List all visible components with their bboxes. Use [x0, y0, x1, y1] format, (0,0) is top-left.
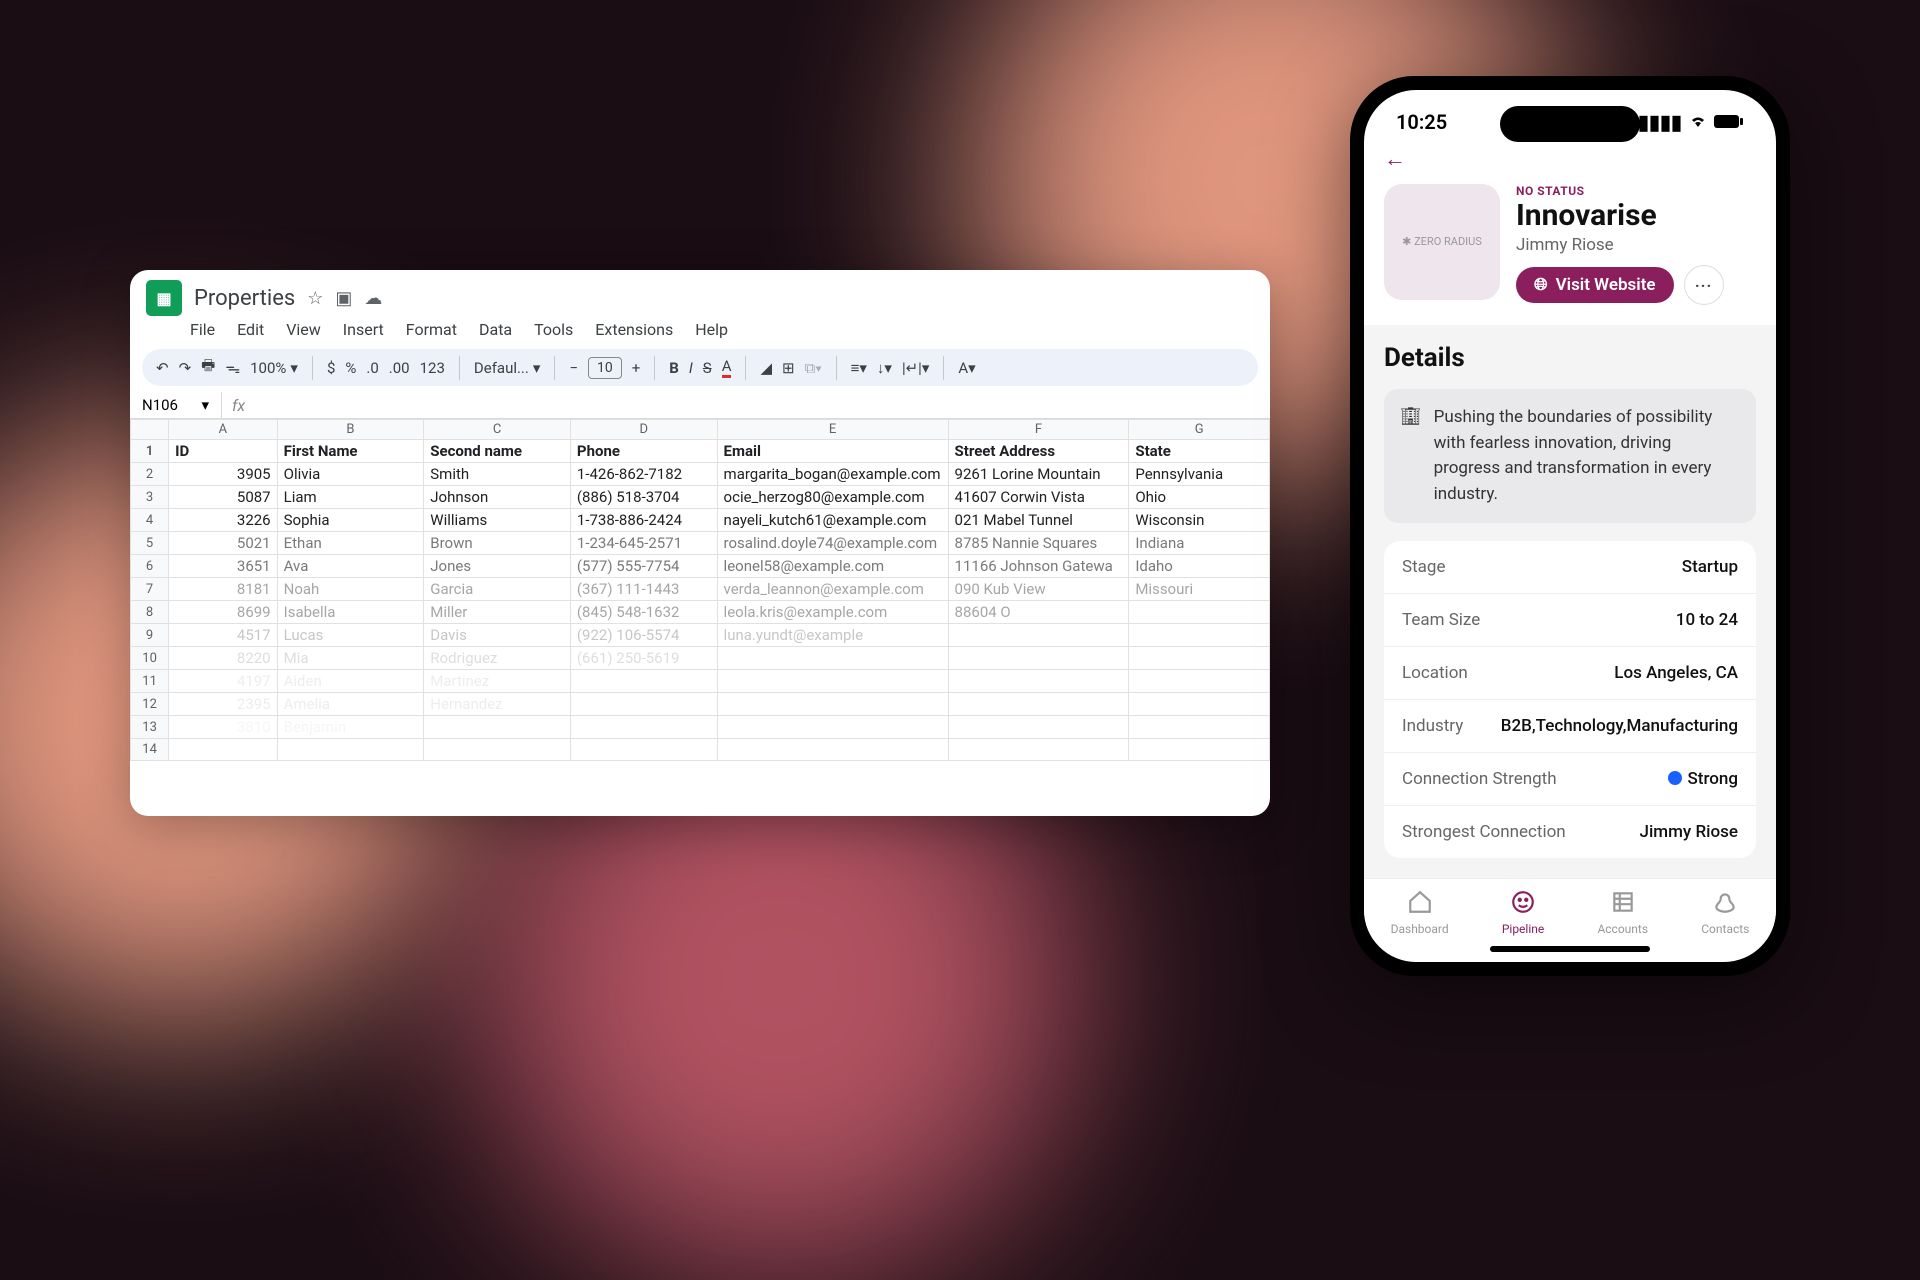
paint-format-icon[interactable]: ᯓ [225, 358, 240, 378]
tab-contacts[interactable]: Contacts [1701, 889, 1749, 936]
print-icon[interactable]: 🖶 [201, 355, 215, 380]
tab-label: Pipeline [1502, 922, 1544, 936]
percent-format-button[interactable]: % [345, 359, 356, 377]
info-label: Team Size [1402, 610, 1480, 630]
increase-font-button[interactable]: + [632, 359, 641, 377]
tab-label: Contacts [1701, 922, 1749, 936]
increase-decimal-button[interactable]: .00 [389, 359, 410, 377]
statusbar-time: 10:25 [1396, 110, 1447, 134]
redo-icon[interactable]: ↷ [179, 359, 192, 377]
info-row: Strongest Connection Jimmy Riose [1384, 805, 1756, 858]
strikethrough-button[interactable]: S [703, 359, 712, 377]
star-icon[interactable]: ☆ [307, 288, 323, 309]
menu-extensions[interactable]: Extensions [595, 320, 673, 339]
menu-data[interactable]: Data [479, 320, 512, 339]
tab-bar: Dashboard Pipeline Accounts Contacts [1364, 878, 1776, 940]
menu-format[interactable]: Format [406, 320, 457, 339]
info-value: Startup [1682, 557, 1738, 577]
info-label: Connection Strength [1402, 769, 1557, 789]
cloud-status-icon: ☁ [364, 288, 382, 309]
menu-file[interactable]: File [190, 320, 215, 339]
tab-icon [1610, 889, 1636, 918]
font-size-input[interactable]: 10 [588, 357, 622, 379]
phone-notch [1500, 106, 1640, 142]
currency-format-button[interactable]: $ [327, 359, 335, 377]
tab-pipeline[interactable]: Pipeline [1502, 889, 1544, 936]
toolbar: ↶ ↷ 🖶 ᯓ 100% ▾ $ % .0 .00 123 Defaul... … [142, 349, 1258, 386]
info-value: Jimmy Riose [1640, 822, 1738, 842]
globe-icon: 🌐︎ [1534, 275, 1548, 295]
info-row: Connection Strength Strong [1384, 752, 1756, 805]
tab-label: Accounts [1597, 922, 1648, 936]
decrease-decimal-button[interactable]: .0 [366, 359, 378, 377]
info-label: Industry [1402, 716, 1463, 736]
chevron-down-icon: ▾ [201, 396, 209, 414]
company-description-card: 🏢︎ Pushing the boundaries of possibility… [1384, 389, 1756, 523]
info-row: Industry B2B,Technology,Manufacturing [1384, 699, 1756, 752]
number-format-button[interactable]: 123 [420, 359, 445, 377]
document-title[interactable]: Properties [194, 286, 295, 311]
text-rotation-button[interactable]: A▾ [958, 359, 975, 377]
company-contact-person: Jimmy Riose [1516, 235, 1724, 255]
chevron-down-icon: ▾ [533, 359, 541, 377]
chevron-down-icon: ▾ [290, 359, 298, 377]
spreadsheet-window: ▦ Properties ☆ ▣ ☁ File Edit View Insert For… [130, 270, 1270, 816]
info-row: Stage Startup [1384, 541, 1756, 593]
company-description: Pushing the boundaries of possibility wi… [1434, 405, 1740, 507]
text-color-button[interactable]: A [722, 357, 732, 378]
company-name: Innovarise [1516, 198, 1724, 233]
company-info-card: Stage Startup Team Size 10 to 24 Location Los… [1384, 541, 1756, 858]
menu-edit[interactable]: Edit [237, 320, 264, 339]
tab-label: Dashboard [1391, 922, 1449, 936]
tab-dashboard[interactable]: Dashboard [1391, 889, 1449, 936]
visit-website-button[interactable]: 🌐︎ Visit Website [1516, 267, 1674, 303]
borders-button[interactable]: ⊞ [782, 359, 795, 377]
sheets-logo-icon: ▦ [146, 280, 182, 316]
company-avatar: ✱ ZERO RADIUS [1384, 184, 1500, 300]
italic-button[interactable]: I [689, 359, 693, 377]
info-value: Los Angeles, CA [1614, 663, 1738, 683]
company-status: NO STATUS [1516, 184, 1724, 198]
h-align-button[interactable]: ≡▾ [851, 359, 867, 377]
info-row: Location Los Angeles, CA [1384, 646, 1756, 699]
phone-frame: 10:25 ▮▮▮▮ ← ✱ ZERO RADIUS NO STATUS Inn… [1350, 76, 1790, 976]
font-dropdown[interactable]: Defaul... ▾ [474, 359, 541, 377]
zoom-dropdown[interactable]: 100% ▾ [250, 359, 298, 377]
more-actions-button[interactable]: ··· [1684, 265, 1724, 305]
bold-button[interactable]: B [669, 359, 679, 377]
info-value: B2B,Technology,Manufacturing [1501, 716, 1738, 736]
fill-color-button[interactable]: ◢ [760, 359, 772, 377]
v-align-button[interactable]: ↓▾ [877, 359, 892, 377]
formula-bar-label: fx [222, 396, 255, 415]
decrease-font-button[interactable]: − [569, 359, 578, 377]
info-label: Stage [1402, 557, 1445, 577]
info-value: 10 to 24 [1676, 610, 1738, 630]
info-label: Strongest Connection [1402, 822, 1566, 842]
status-dot-icon [1668, 771, 1682, 785]
menu-tools[interactable]: Tools [534, 320, 573, 339]
info-row: Team Size 10 to 24 [1384, 593, 1756, 646]
tab-icon [1407, 889, 1433, 918]
home-indicator[interactable] [1490, 946, 1650, 952]
tab-accounts[interactable]: Accounts [1597, 889, 1648, 936]
building-icon: 🏢︎ [1400, 405, 1422, 507]
cell-reference-box[interactable]: N106▾ [130, 392, 222, 418]
info-label: Location [1402, 663, 1468, 683]
spreadsheet-grid[interactable]: ABCDEFG1IDFirst NameSecond namePhoneEmai… [130, 419, 1270, 816]
menu-view[interactable]: View [286, 320, 321, 339]
menu-help[interactable]: Help [695, 320, 728, 339]
battery-icon [1714, 110, 1744, 134]
move-folder-icon[interactable]: ▣ [335, 288, 352, 309]
info-value: Strong [1668, 769, 1739, 789]
merge-cells-button[interactable]: ⧉▾ [805, 359, 822, 377]
menu-bar: File Edit View Insert Format Data Tools Extensi… [130, 316, 1270, 347]
tab-icon [1712, 889, 1738, 918]
details-heading: Details [1384, 343, 1756, 373]
wrap-button[interactable]: |↵|▾ [902, 359, 929, 377]
wifi-icon [1688, 110, 1708, 134]
undo-icon[interactable]: ↶ [156, 359, 169, 377]
menu-insert[interactable]: Insert [343, 320, 384, 339]
signal-icon: ▮▮▮▮ [1638, 110, 1682, 134]
tab-icon [1510, 889, 1536, 918]
